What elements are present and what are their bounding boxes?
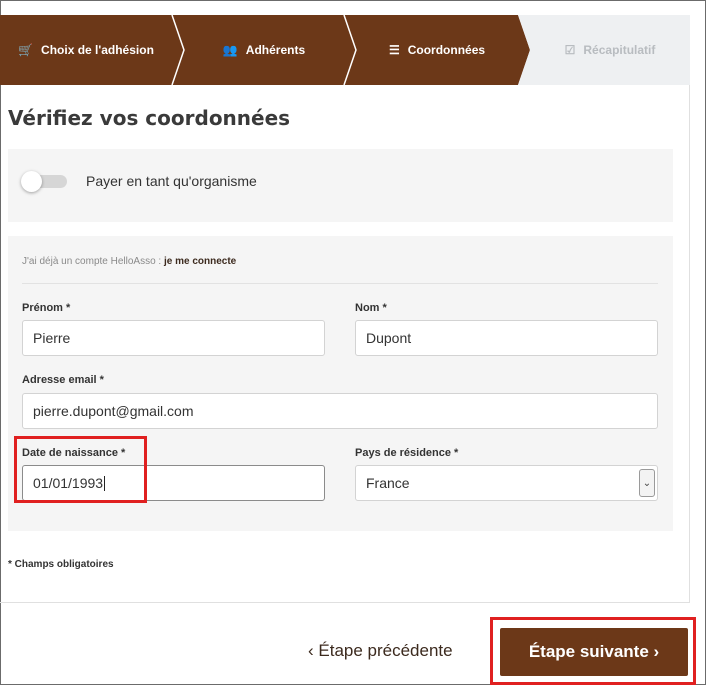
organism-toggle[interactable] (21, 171, 67, 192)
birthdate-label: Date de naissance * (22, 447, 126, 459)
birthdate-value: 01/01/1993 (33, 475, 104, 491)
step-recapitulatif: ☑ Récapitulatif (530, 15, 690, 85)
cart-icon: 🛒 (18, 43, 34, 57)
country-value: France (366, 475, 410, 491)
next-step-label: Étape suivante › (528, 642, 660, 661)
email-label: Adresse email * (22, 374, 104, 386)
prenom-field[interactable]: Pierre (22, 320, 325, 356)
step-progress-bar: 🛒 Choix de l'adhésion 👥 Adhérents ☰ Coor… (0, 15, 690, 85)
toggle-knob (21, 171, 42, 192)
users-icon: 👥 (222, 43, 238, 57)
prenom-value: Pierre (33, 330, 71, 346)
login-link[interactable]: je me connecte (164, 256, 236, 267)
email-field[interactable]: pierre.dupont@gmail.com (22, 393, 658, 429)
birthdate-field[interactable]: 01/01/1993 (22, 465, 325, 501)
prenom-label: Prénom * (22, 302, 71, 314)
nom-value: Dupont (366, 330, 412, 346)
step-label: Coordonnées (407, 43, 486, 57)
step-label: Choix de l'adhésion (41, 43, 154, 57)
chevron-down-icon[interactable]: ⌄ (639, 469, 655, 497)
checkbox-icon: ☑ (564, 43, 576, 57)
step-coordonnees: ☰ Coordonnées (356, 15, 518, 85)
nom-label: Nom * (355, 302, 387, 314)
next-step-button[interactable]: Étape suivante › (500, 628, 688, 676)
list-icon: ☰ (388, 43, 400, 57)
email-value: pierre.dupont@gmail.com (33, 403, 194, 419)
organism-toggle-label: Payer en tant qu'organisme (86, 173, 257, 189)
page-title: Vérifiez vos coordonnées (8, 106, 291, 130)
step-adherents[interactable]: 👥 Adhérents (184, 15, 344, 85)
step-label: Récapitulatif (583, 43, 656, 57)
login-prompt: J'ai déjà un compte HelloAsso : je me co… (22, 256, 236, 267)
country-select[interactable]: France ⌄ (355, 465, 658, 501)
previous-step-link[interactable]: ‹ Étape précédente (308, 641, 453, 661)
text-caret (104, 475, 106, 491)
step-label: Adhérents (245, 43, 306, 57)
login-text: J'ai déjà un compte HelloAsso : (22, 256, 164, 267)
nom-field[interactable]: Dupont (355, 320, 658, 356)
step-choix-adhesion[interactable]: 🛒 Choix de l'adhésion (0, 15, 172, 85)
divider (22, 283, 658, 284)
required-fields-note: * Champs obligatoires (8, 559, 114, 570)
country-label: Pays de résidence * (355, 447, 459, 459)
